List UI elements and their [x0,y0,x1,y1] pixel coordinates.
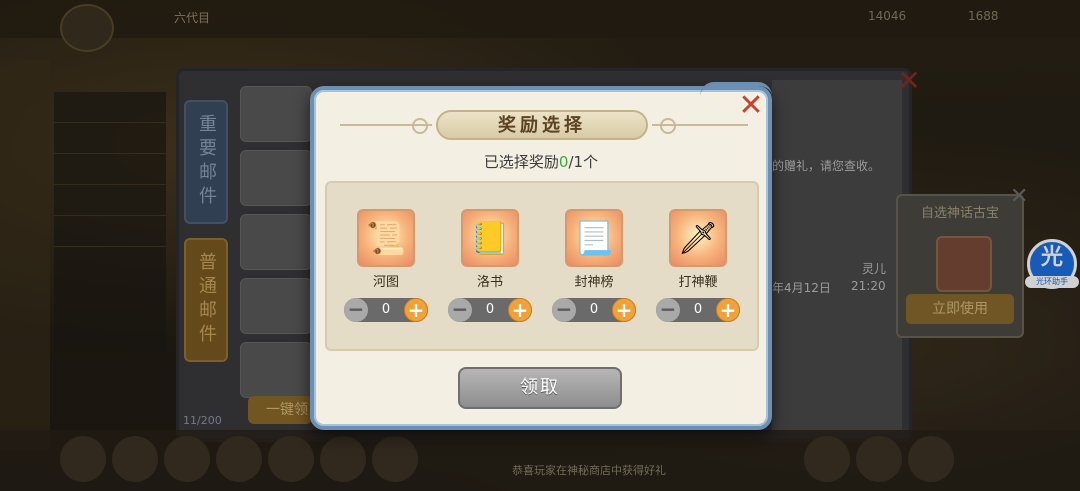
increment-button[interactable]: + [716,298,740,322]
decrement-button[interactable]: − [656,298,680,322]
list-scroll-icon[interactable]: 📃 [565,209,623,267]
quantity-stepper: − 0 + [552,298,636,322]
selection-total: /1个 [568,153,599,171]
close-icon[interactable]: ✕ [737,91,765,121]
reward-name: 洛书 [476,275,503,290]
title-ornament-left [412,118,428,134]
title-ornament-right [660,118,676,134]
reward-name: 河图 [372,275,399,290]
reward-name: 打神鞭 [678,275,718,290]
quantity-stepper: − 0 + [656,298,740,322]
decrement-button[interactable]: − [552,298,576,322]
increment-button[interactable]: + [508,298,532,322]
quantity-stepper: − 0 + [344,298,428,322]
increment-button[interactable]: + [612,298,636,322]
selection-status: 已选择奖励0/1个 [310,151,772,172]
whip-icon[interactable]: 🗡 [669,209,727,267]
selection-prefix: 已选择奖励 [483,153,559,171]
quantity-value: 0 [485,302,495,317]
quantity-value: 0 [381,302,391,317]
book-icon[interactable]: 📒 [461,209,519,267]
quantity-value: 0 [589,302,599,317]
quantity-stepper: − 0 + [448,298,532,322]
quantity-value: 0 [693,302,703,317]
dialog-title: 奖励选择 [436,110,648,140]
increment-button[interactable]: + [404,298,428,322]
decrement-button[interactable]: − [344,298,368,322]
claim-button[interactable]: 领取 [458,367,622,409]
reward-name: 封神榜 [574,275,614,290]
scroll-icon[interactable]: 📜 [357,209,415,267]
decrement-button[interactable]: − [448,298,472,322]
